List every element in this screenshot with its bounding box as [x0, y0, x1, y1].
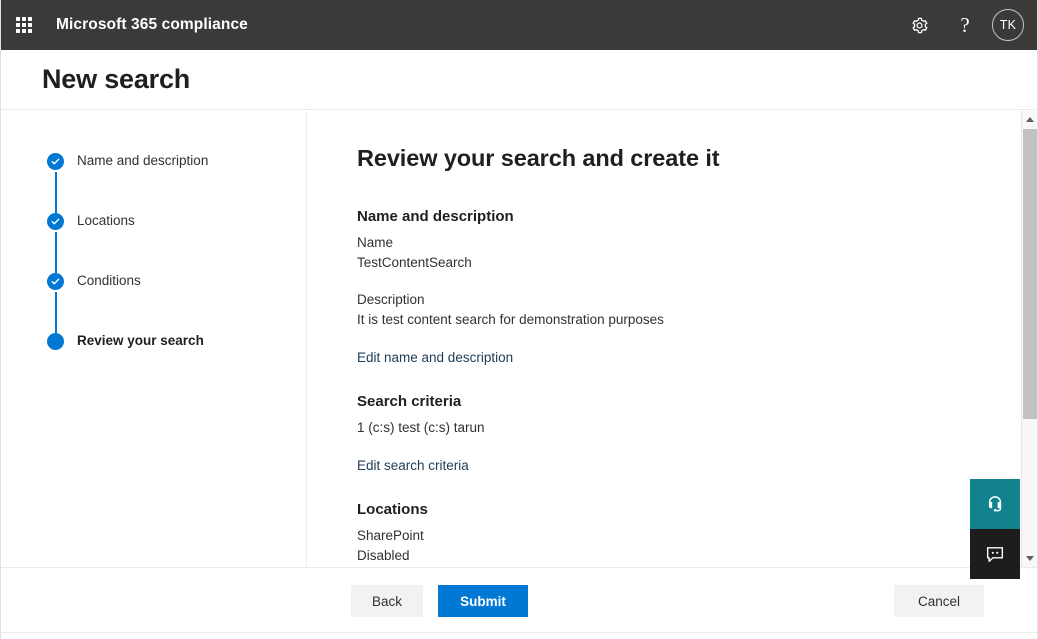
check-circle-icon [47, 153, 64, 170]
description-value: It is test content search for demonstrat… [357, 312, 664, 327]
edit-name-and-description-link[interactable]: Edit name and description [357, 350, 513, 365]
sharepoint-label: SharePoint [357, 528, 424, 543]
check-circle-icon [47, 273, 64, 290]
page-title-bar: New search [0, 50, 1038, 110]
compliance-new-search-page: Microsoft 365 compliance ? TK New search [0, 0, 1038, 639]
step-connector [55, 232, 57, 273]
sidebar-item-name-and-description[interactable]: Name and description [47, 151, 306, 213]
search-criteria-heading: Search criteria [357, 393, 462, 410]
chevron-down-icon[interactable] [1022, 550, 1038, 567]
floating-help-widgets [970, 479, 1020, 579]
step-connector [55, 172, 57, 213]
sidebar-item-label: Review your search [77, 333, 204, 348]
chevron-up-icon[interactable] [1022, 111, 1038, 128]
headset-support-icon[interactable] [970, 479, 1020, 529]
suite-title: Microsoft 365 compliance [56, 16, 248, 33]
sidebar-item-review-your-search[interactable]: Review your search [47, 331, 306, 355]
cancel-button[interactable]: Cancel [894, 585, 984, 617]
back-button[interactable]: Back [351, 585, 423, 617]
description-label: Description [357, 292, 425, 307]
step-marker-complete [47, 153, 64, 213]
step-connector [55, 292, 57, 333]
page-title: New search [42, 64, 191, 94]
filled-circle-icon [47, 333, 64, 350]
sidebar-item-conditions[interactable]: Conditions [47, 271, 306, 333]
sidebar-item-label: Name and description [77, 153, 209, 168]
step-marker-complete [47, 273, 64, 333]
wizard-rail: Name and description Locations Condition… [0, 111, 307, 567]
suite-header-bar: Microsoft 365 compliance ? TK [0, 0, 1038, 50]
scrollbar-thumb[interactable] [1023, 129, 1037, 419]
wizard-steps: Name and description Locations Condition… [47, 151, 306, 355]
avatar[interactable]: TK [992, 9, 1024, 41]
name-label: Name [357, 235, 394, 250]
sidebar-item-label: Conditions [77, 273, 141, 288]
help-glyph: ? [960, 12, 970, 37]
search-criteria-value: 1 (c:s) test (c:s) tarun [357, 420, 485, 435]
sidebar-item-locations[interactable]: Locations [47, 211, 306, 273]
submit-button[interactable]: Submit [438, 585, 528, 617]
locations-heading: Locations [357, 501, 428, 518]
review-panel: Review your search and create it Name an… [308, 111, 1008, 567]
action-bar: Back Submit Cancel [0, 567, 1038, 633]
name-section-heading: Name and description [357, 208, 514, 225]
name-value: TestContentSearch [357, 255, 472, 270]
sharepoint-value: Disabled [357, 548, 410, 563]
question-mark-icon[interactable]: ? [942, 0, 988, 50]
edit-search-criteria-link[interactable]: Edit search criteria [357, 458, 469, 473]
step-marker-current [47, 333, 64, 350]
body-area: Name and description Locations Condition… [0, 111, 1038, 567]
sidebar-item-label: Locations [77, 213, 135, 228]
gear-icon[interactable] [896, 0, 942, 50]
avatar-initials: TK [999, 18, 1017, 32]
vertical-scrollbar[interactable] [1021, 111, 1038, 567]
step-marker-complete [47, 213, 64, 273]
suite-header-actions: ? TK [896, 0, 1038, 50]
waffle-grid-icon[interactable] [0, 0, 48, 50]
review-heading: Review your search and create it [357, 145, 720, 171]
chat-bubble-icon[interactable] [970, 529, 1020, 579]
check-circle-icon [47, 213, 64, 230]
